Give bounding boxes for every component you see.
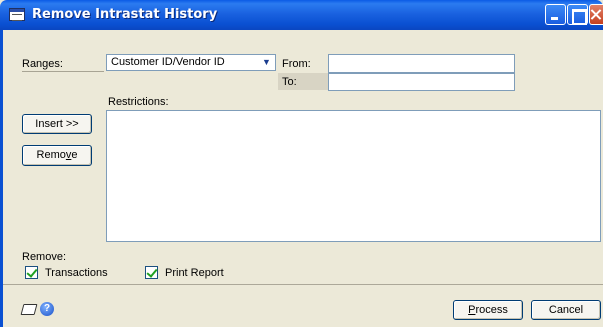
remove-label: Remove: (22, 251, 67, 263)
process-label-rest: rocess (475, 304, 508, 316)
process-button[interactable]: Process (453, 300, 523, 320)
ranges-label: Ranges: (22, 58, 63, 70)
maximize-button[interactable] (567, 4, 588, 25)
to-label-text: To: (282, 76, 297, 88)
cancel-button[interactable]: Cancel (531, 300, 601, 320)
restrictions-label: Restrictions: (108, 96, 169, 108)
title-bar[interactable]: Remove Intrastat History (0, 0, 603, 30)
print-report-checkbox[interactable] (145, 266, 158, 279)
chevron-down-icon[interactable]: ▼ (260, 56, 273, 69)
window-icon (9, 8, 25, 21)
footer-divider (3, 284, 603, 285)
print-report-label: Print Report (165, 267, 224, 279)
ranges-underline (22, 71, 104, 72)
restrictions-list[interactable] (106, 110, 601, 242)
transactions-checkbox[interactable] (25, 266, 38, 279)
ranges-dropdown[interactable]: Customer ID/Vendor ID ▼ (106, 54, 276, 71)
remove-label-part: Remo (36, 149, 66, 161)
remove-label-rest: e (71, 149, 78, 161)
to-field[interactable] (328, 73, 515, 91)
minimize-button[interactable] (545, 4, 566, 25)
from-field[interactable] (328, 54, 515, 73)
insert-button[interactable]: Insert >> (22, 114, 92, 134)
close-button[interactable] (589, 4, 603, 25)
help-icon[interactable]: ? (40, 302, 54, 316)
note-icon[interactable] (20, 304, 38, 315)
ranges-selected-value: Customer ID/Vendor ID (111, 56, 225, 68)
window-title: Remove Intrastat History (32, 7, 218, 22)
remove-button[interactable]: Remove (22, 145, 92, 166)
from-label: From: (282, 58, 311, 70)
transactions-label: Transactions (45, 267, 108, 279)
window-frame (0, 30, 3, 327)
